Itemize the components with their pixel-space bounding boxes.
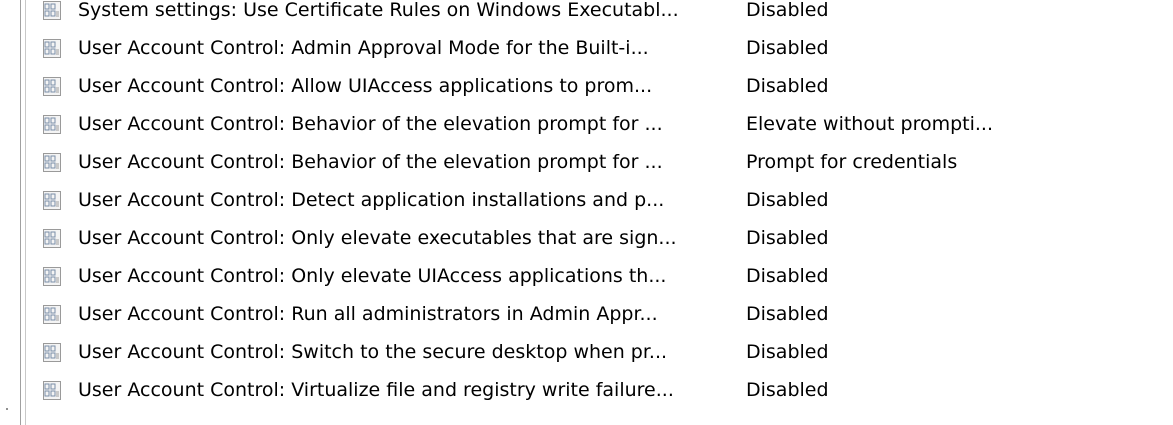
policy-row[interactable]: User Account Control: Detect application… [42, 181, 1142, 219]
pane-border [25, 0, 26, 425]
policy-name: User Account Control: Only elevate execu… [78, 227, 677, 249]
policy-setting-icon [43, 381, 61, 400]
policy-name: User Account Control: Admin Approval Mod… [78, 37, 649, 59]
policy-row[interactable]: User Account Control: Only elevate UIAcc… [42, 257, 1142, 295]
policy-security-setting: Disabled [746, 227, 829, 249]
policy-row[interactable]: User Account Control: Only elevate execu… [42, 219, 1142, 257]
policy-row[interactable]: User Account Control: Virtualize file an… [42, 371, 1142, 409]
policy-setting-icon [43, 1, 61, 20]
policy-list: System settings: Use Certificate Rules o… [42, 0, 1142, 409]
policy-setting-icon [43, 153, 61, 172]
policy-setting-icon [43, 115, 61, 134]
policy-name: System settings: Use Certificate Rules o… [78, 0, 679, 21]
policy-row[interactable]: User Account Control: Admin Approval Mod… [42, 29, 1142, 67]
policy-setting-icon [43, 77, 61, 96]
policy-security-setting: Disabled [746, 303, 829, 325]
policy-name: User Account Control: Behavior of the el… [78, 151, 663, 173]
policy-setting-icon [43, 229, 61, 248]
policy-name: User Account Control: Allow UIAccess app… [78, 75, 653, 97]
policy-row[interactable]: System settings: Use Certificate Rules o… [42, 0, 1142, 29]
policy-setting-icon [43, 343, 61, 362]
policy-security-setting: Elevate without prompti... [746, 113, 993, 135]
policy-security-setting: Disabled [746, 189, 829, 211]
frame-dot [6, 408, 8, 410]
policy-name: User Account Control: Detect application… [78, 189, 665, 211]
policy-security-setting: Disabled [746, 37, 829, 59]
policy-name: User Account Control: Virtualize file an… [78, 379, 674, 401]
policy-name: User Account Control: Switch to the secu… [78, 341, 668, 363]
policy-security-setting: Disabled [746, 0, 829, 21]
policy-row[interactable]: User Account Control: Behavior of the el… [42, 105, 1142, 143]
policy-name: User Account Control: Only elevate UIAcc… [78, 265, 667, 287]
policy-setting-icon [43, 39, 61, 58]
policy-setting-icon [43, 191, 61, 210]
pane-splitter[interactable] [20, 0, 21, 425]
policy-row[interactable]: User Account Control: Switch to the secu… [42, 333, 1142, 371]
policy-setting-icon [43, 267, 61, 286]
policy-setting-icon [43, 305, 61, 324]
policy-security-setting: Disabled [746, 379, 829, 401]
policy-row[interactable]: User Account Control: Allow UIAccess app… [42, 67, 1142, 105]
policy-row[interactable]: User Account Control: Run all administra… [42, 295, 1142, 333]
policy-security-setting: Prompt for credentials [746, 151, 958, 173]
policy-row[interactable]: User Account Control: Behavior of the el… [42, 143, 1142, 181]
policy-security-setting: Disabled [746, 341, 829, 363]
policy-name: User Account Control: Run all administra… [78, 303, 658, 325]
policy-security-setting: Disabled [746, 75, 829, 97]
policy-name: User Account Control: Behavior of the el… [78, 113, 663, 135]
policy-security-setting: Disabled [746, 265, 829, 287]
